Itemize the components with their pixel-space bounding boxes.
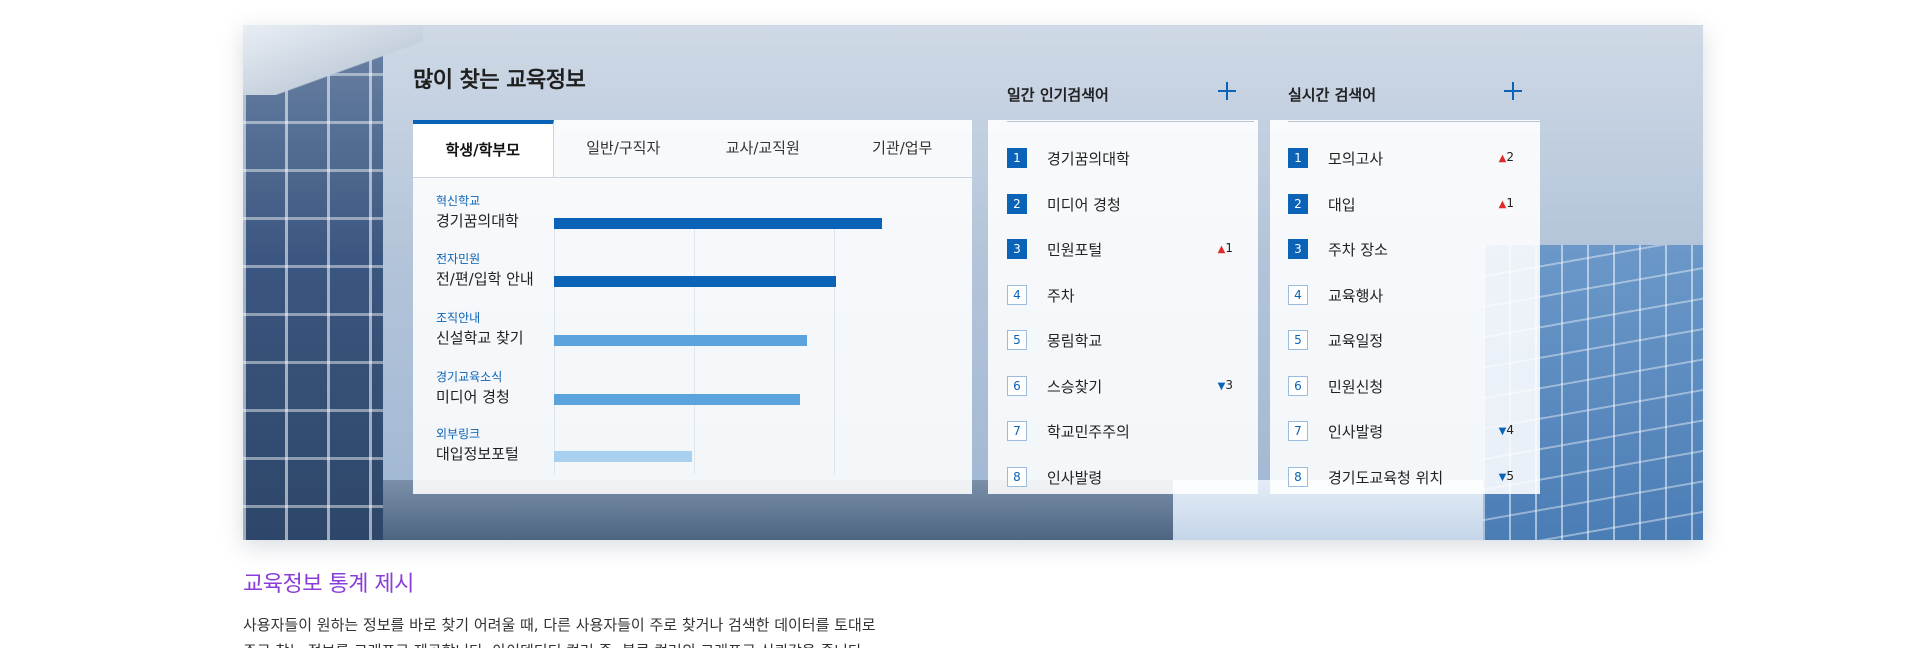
rank-number: 2: [1007, 193, 1027, 214]
tab-student-parent[interactable]: 학생/학부모: [413, 120, 554, 177]
rank-keyword[interactable]: 경기도교육청 위치: [1328, 467, 1443, 488]
rank-change: ▲2: [1499, 150, 1514, 164]
bar-row[interactable]: 조직안내신설학교 찾기: [413, 309, 972, 355]
rank-item[interactable]: 2 대입 ▲1: [1288, 188, 1514, 218]
rank-keyword[interactable]: 대입: [1328, 194, 1356, 215]
rank-number: 7: [1007, 421, 1027, 441]
rank-number: 5: [1007, 330, 1027, 350]
rank-item[interactable]: 5 몽림학교: [1007, 324, 1233, 354]
rank-item[interactable]: 7 학교민주주의: [1007, 415, 1233, 445]
rank-keyword[interactable]: 학교민주주의: [1047, 421, 1130, 442]
rank-number: 4: [1288, 284, 1308, 305]
rank-change-value: 4: [1506, 423, 1514, 437]
bar-label[interactable]: 신설학교 찾기: [436, 327, 524, 348]
rank-change: ▲1: [1218, 241, 1233, 255]
bar-label[interactable]: 대입정보포털: [436, 443, 519, 464]
rank-keyword[interactable]: 몽림학교: [1047, 330, 1102, 351]
rank-keyword[interactable]: 교육행사: [1328, 285, 1383, 306]
rank-item[interactable]: 6 민원신청: [1288, 370, 1514, 400]
daily-popular-title: 일간 인기검색어: [1007, 86, 1109, 104]
rank-item[interactable]: 1 경기꿈의대학: [1007, 142, 1233, 172]
popular-info-bar-list: 혁신학교경기꿈의대학전자민원전/편/입학 안내조직안내신설학교 찾기경기교육소식…: [413, 178, 972, 494]
rank-change: ▲1: [1499, 196, 1514, 210]
rank-keyword[interactable]: 민원신청: [1328, 376, 1383, 397]
rank-number: 6: [1288, 375, 1308, 396]
rank-item[interactable]: 7 인사발령 ▼4: [1288, 415, 1514, 445]
rank-number: 3: [1288, 239, 1308, 259]
bar-category: 경기교육소식: [436, 370, 503, 384]
rank-keyword[interactable]: 교육일정: [1328, 330, 1383, 351]
rank-number: 7: [1288, 421, 1308, 441]
daily-popular-more-icon[interactable]: [1216, 80, 1238, 102]
building-roof-image: [243, 25, 423, 95]
rank-keyword[interactable]: 스승찾기: [1047, 376, 1102, 397]
rank-keyword[interactable]: 인사발령: [1047, 467, 1102, 488]
bar-fill: [554, 335, 807, 346]
description-line: 주로 찾는 정보를 그래프로 제공합니다. 아이덴티티 컬러 중, 블루 컬러의…: [243, 640, 867, 648]
rank-keyword[interactable]: 주차: [1047, 285, 1075, 306]
rank-number: 6: [1007, 375, 1027, 396]
rank-keyword[interactable]: 미디어 경청: [1047, 194, 1121, 215]
rank-number: 1: [1288, 148, 1308, 168]
bar-label[interactable]: 경기꿈의대학: [436, 210, 519, 231]
rank-item[interactable]: 2 미디어 경청: [1007, 188, 1233, 218]
rank-item[interactable]: 6 스승찾기 ▼3: [1007, 370, 1233, 400]
tab-teacher-staff[interactable]: 교사/교직원: [693, 120, 833, 177]
rank-change-value: 2: [1506, 150, 1514, 164]
rank-item[interactable]: 1 모의고사 ▲2: [1288, 142, 1514, 172]
rank-change-value: 1: [1225, 241, 1233, 255]
bar-fill: [554, 218, 882, 229]
rank-item[interactable]: 3 주차 장소: [1288, 233, 1514, 263]
rank-keyword[interactable]: 경기꿈의대학: [1047, 148, 1130, 169]
rank-number: 1: [1007, 148, 1027, 168]
rank-keyword[interactable]: 인사발령: [1328, 421, 1383, 442]
bar-category: 외부링크: [436, 427, 481, 441]
rank-item[interactable]: 3 민원포털 ▲1: [1007, 233, 1233, 263]
bar-fill: [554, 394, 800, 405]
audience-tabs: 학생/학부모 일반/구직자 교사/교직원 기관/업무: [413, 120, 972, 178]
rank-change-value: 3: [1225, 377, 1233, 392]
bar-category: 혁신학교: [436, 194, 481, 208]
realtime-header: 실시간 검색어: [1288, 70, 1540, 122]
rank-change-value: 5: [1506, 468, 1514, 483]
bar-fill: [554, 276, 836, 287]
rank-item[interactable]: 5 교육일정: [1288, 324, 1514, 354]
rank-change: ▼4: [1499, 423, 1514, 437]
rank-change-value: 1: [1506, 195, 1514, 210]
rank-change: ▼3: [1218, 378, 1233, 392]
description-line: 사용자들이 원하는 정보를 바로 찾기 어려울 때, 다른 사용자들이 주로 찾…: [243, 616, 876, 634]
daily-popular-header: 일간 인기검색어: [1007, 70, 1254, 122]
bar-category: 조직안내: [436, 311, 481, 325]
rank-change: ▼5: [1499, 469, 1514, 483]
rank-number: 5: [1288, 330, 1308, 350]
bar-row[interactable]: 혁신학교경기꿈의대학: [413, 192, 972, 238]
bar-label[interactable]: 미디어 경청: [436, 386, 510, 407]
rank-item[interactable]: 8 인사발령: [1007, 461, 1233, 491]
realtime-title: 실시간 검색어: [1288, 86, 1377, 104]
realtime-more-icon[interactable]: [1502, 80, 1524, 102]
bar-row[interactable]: 외부링크대입정보포털: [413, 425, 972, 471]
bar-row[interactable]: 경기교육소식미디어 경청: [413, 368, 972, 414]
rank-number: 4: [1007, 284, 1027, 305]
description-title: 교육정보 통계 제시: [243, 572, 414, 597]
rank-keyword[interactable]: 모의고사: [1328, 148, 1383, 169]
section-title: 많이 찾는 교육정보: [413, 68, 586, 93]
rank-keyword[interactable]: 주차 장소: [1328, 239, 1388, 260]
building-left-image: [243, 25, 383, 540]
bar-row[interactable]: 전자민원전/편/입학 안내: [413, 250, 972, 296]
rank-number: 3: [1007, 239, 1027, 259]
tab-institution-work[interactable]: 기관/업무: [833, 120, 973, 177]
bar-category: 전자민원: [436, 252, 481, 266]
tab-general-jobseeker[interactable]: 일반/구직자: [554, 120, 694, 177]
rank-item[interactable]: 4 주차: [1007, 279, 1233, 309]
rank-item[interactable]: 8 경기도교육청 위치 ▼5: [1288, 461, 1514, 491]
bar-fill: [554, 451, 692, 462]
bar-label[interactable]: 전/편/입학 안내: [436, 268, 534, 289]
rank-number: 8: [1007, 466, 1027, 487]
rank-number: 2: [1288, 193, 1308, 214]
rank-keyword[interactable]: 민원포털: [1047, 239, 1102, 260]
rank-item[interactable]: 4 교육행사: [1288, 279, 1514, 309]
rank-number: 8: [1288, 466, 1308, 487]
